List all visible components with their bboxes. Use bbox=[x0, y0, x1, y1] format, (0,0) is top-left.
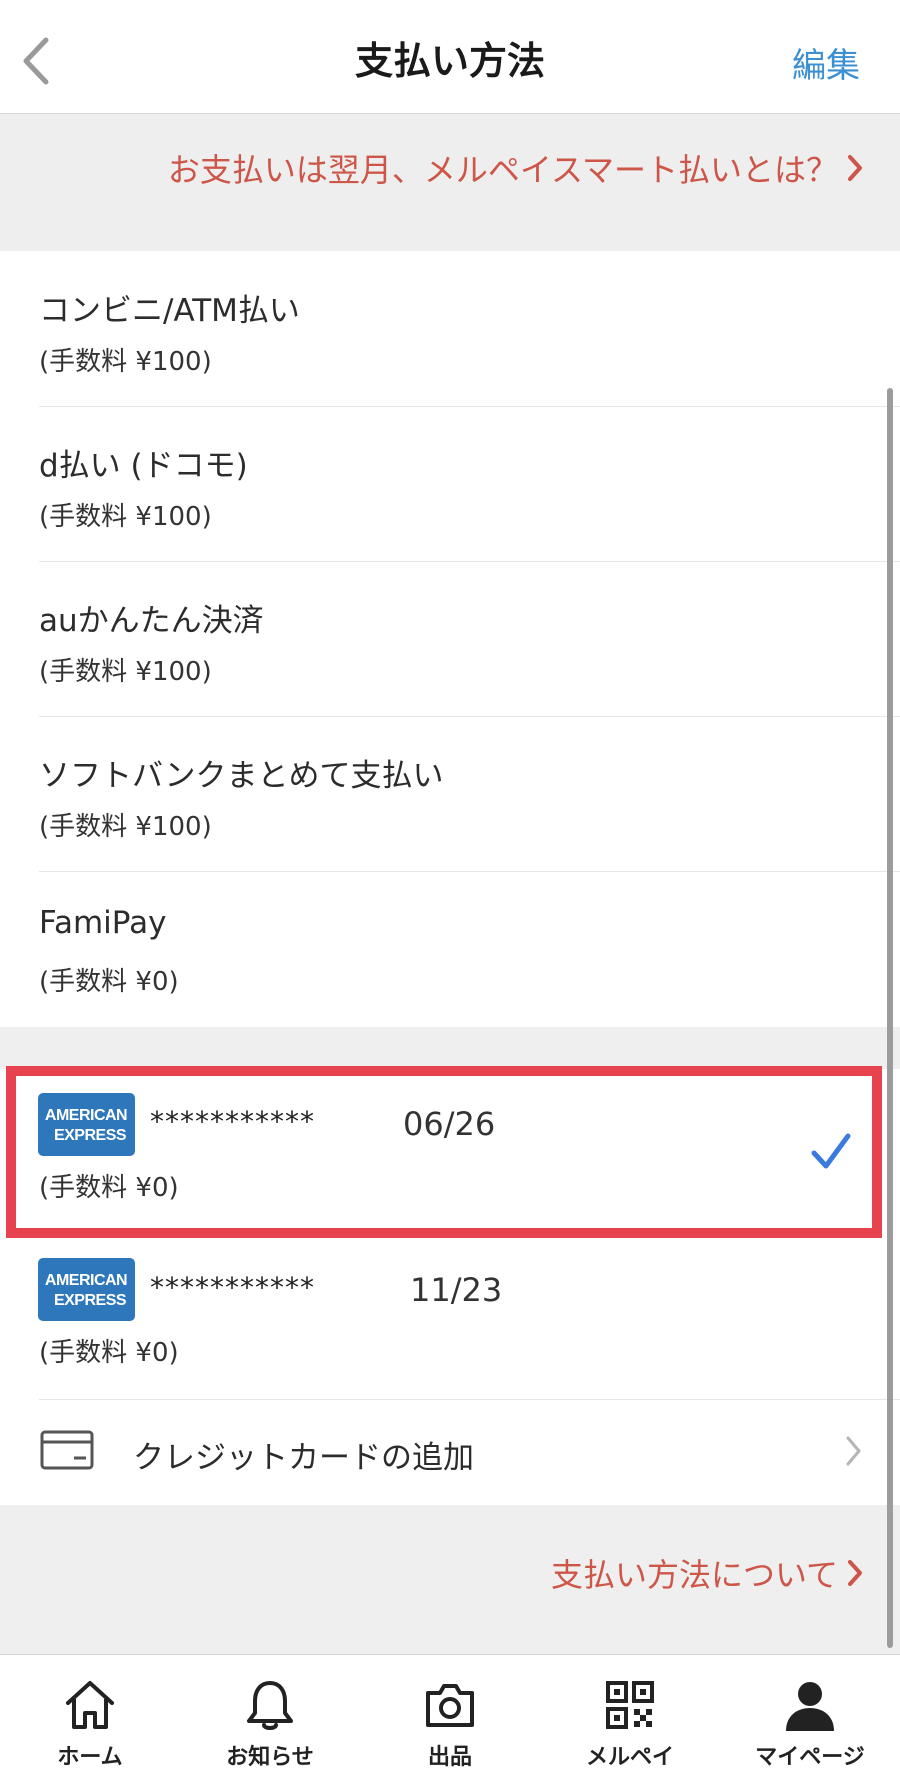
qr-code-icon bbox=[606, 1681, 654, 1729]
camera-icon bbox=[426, 1684, 474, 1727]
svg-text:EXPRESS: EXPRESS bbox=[54, 1292, 127, 1309]
tab-label: お知らせ bbox=[226, 1745, 314, 1770]
payment-method-title: コンビニ/ATM払い bbox=[39, 293, 300, 329]
selected-card-highlight bbox=[6, 1066, 882, 1238]
payment-method-au[interactable]: auかんたん決済 (手数料 ¥100) bbox=[0, 561, 900, 716]
about-payment-methods-text: 支払い方法について bbox=[550, 1556, 838, 1594]
person-icon bbox=[786, 1682, 834, 1731]
payment-method-d-barai[interactable]: d払い (ドコモ) (手数料 ¥100) bbox=[0, 406, 900, 561]
chevron-right-icon bbox=[846, 1436, 861, 1466]
chevron-right-icon bbox=[848, 155, 862, 181]
tab-label: ホーム bbox=[57, 1745, 123, 1770]
home-icon bbox=[66, 1681, 114, 1729]
tab-label: 出品 bbox=[427, 1745, 472, 1770]
payment-method-title: auかんたん決済 bbox=[39, 603, 264, 639]
payment-method-softbank[interactable]: ソフトバンクまとめて支払い (手数料 ¥100) bbox=[0, 716, 900, 871]
card-expiry: 11/23 bbox=[410, 1271, 503, 1309]
payment-method-title: FamiPay bbox=[39, 905, 167, 941]
smart-pay-info-link[interactable]: お支払いは翌月、メルペイスマート払いとは？ bbox=[168, 145, 866, 191]
nav-header: 支払い方法 編集 bbox=[0, 0, 900, 114]
about-payment-methods-link[interactable]: 支払い方法について bbox=[551, 1550, 866, 1596]
tab-home[interactable]: ホーム bbox=[0, 1655, 180, 1790]
payment-method-fee: (手数料 ¥100) bbox=[39, 812, 212, 842]
bottom-tab-bar: ホーム お知らせ 出品 メルペイ マイページ bbox=[0, 1654, 900, 1790]
payment-method-title: d払い (ドコモ) bbox=[39, 448, 248, 484]
tab-label: メルペイ bbox=[585, 1745, 674, 1770]
add-credit-card-button[interactable]: クレジットカードの追加 bbox=[0, 1400, 900, 1504]
tab-merpay[interactable]: メルペイ bbox=[540, 1655, 720, 1790]
smart-pay-info-link-text: お支払いは翌月、メルペイスマート払いとは？ bbox=[167, 151, 838, 189]
tab-sell[interactable]: 出品 bbox=[360, 1655, 540, 1790]
payment-method-fee: (手数料 ¥100) bbox=[39, 502, 212, 532]
page-title: 支払い方法 bbox=[354, 39, 545, 83]
chevron-right-icon bbox=[848, 1560, 862, 1586]
payment-method-famipay[interactable]: FamiPay (手数料 ¥0) bbox=[0, 871, 900, 1026]
add-credit-card-label: クレジットカードの追加 bbox=[133, 1440, 474, 1476]
svg-text:AMERICAN: AMERICAN bbox=[45, 1272, 127, 1289]
scrollbar[interactable] bbox=[887, 388, 893, 1648]
bell-icon bbox=[247, 1681, 293, 1730]
payment-method-fee: (手数料 ¥100) bbox=[39, 347, 212, 377]
card-number-masked: *********** bbox=[150, 1271, 315, 1304]
payment-method-fee: (手数料 ¥0) bbox=[39, 967, 179, 997]
tab-label: マイページ bbox=[755, 1745, 865, 1770]
tab-mypage[interactable]: マイページ bbox=[720, 1655, 900, 1790]
credit-card-icon bbox=[40, 1430, 94, 1470]
payment-method-fee: (手数料 ¥100) bbox=[39, 657, 212, 687]
payment-method-title: ソフトバンクまとめて支払い bbox=[39, 758, 444, 794]
edit-button[interactable]: 編集 bbox=[792, 38, 860, 87]
payment-method-list: コンビニ/ATM払い (手数料 ¥100) d払い (ドコモ) (手数料 ¥10… bbox=[0, 251, 900, 1027]
credit-card-item[interactable]: AMERICAN EXPRESS *********** 11/23 (手数料 … bbox=[0, 1235, 900, 1400]
payment-method-convenience-atm[interactable]: コンビニ/ATM払い (手数料 ¥100) bbox=[0, 251, 900, 406]
tab-notifications[interactable]: お知らせ bbox=[180, 1655, 360, 1790]
info-banner: お支払いは翌月、メルペイスマート払いとは？ bbox=[0, 115, 900, 251]
amex-logo-icon: AMERICAN EXPRESS bbox=[38, 1258, 135, 1321]
card-fee: (手数料 ¥0) bbox=[39, 1338, 179, 1368]
